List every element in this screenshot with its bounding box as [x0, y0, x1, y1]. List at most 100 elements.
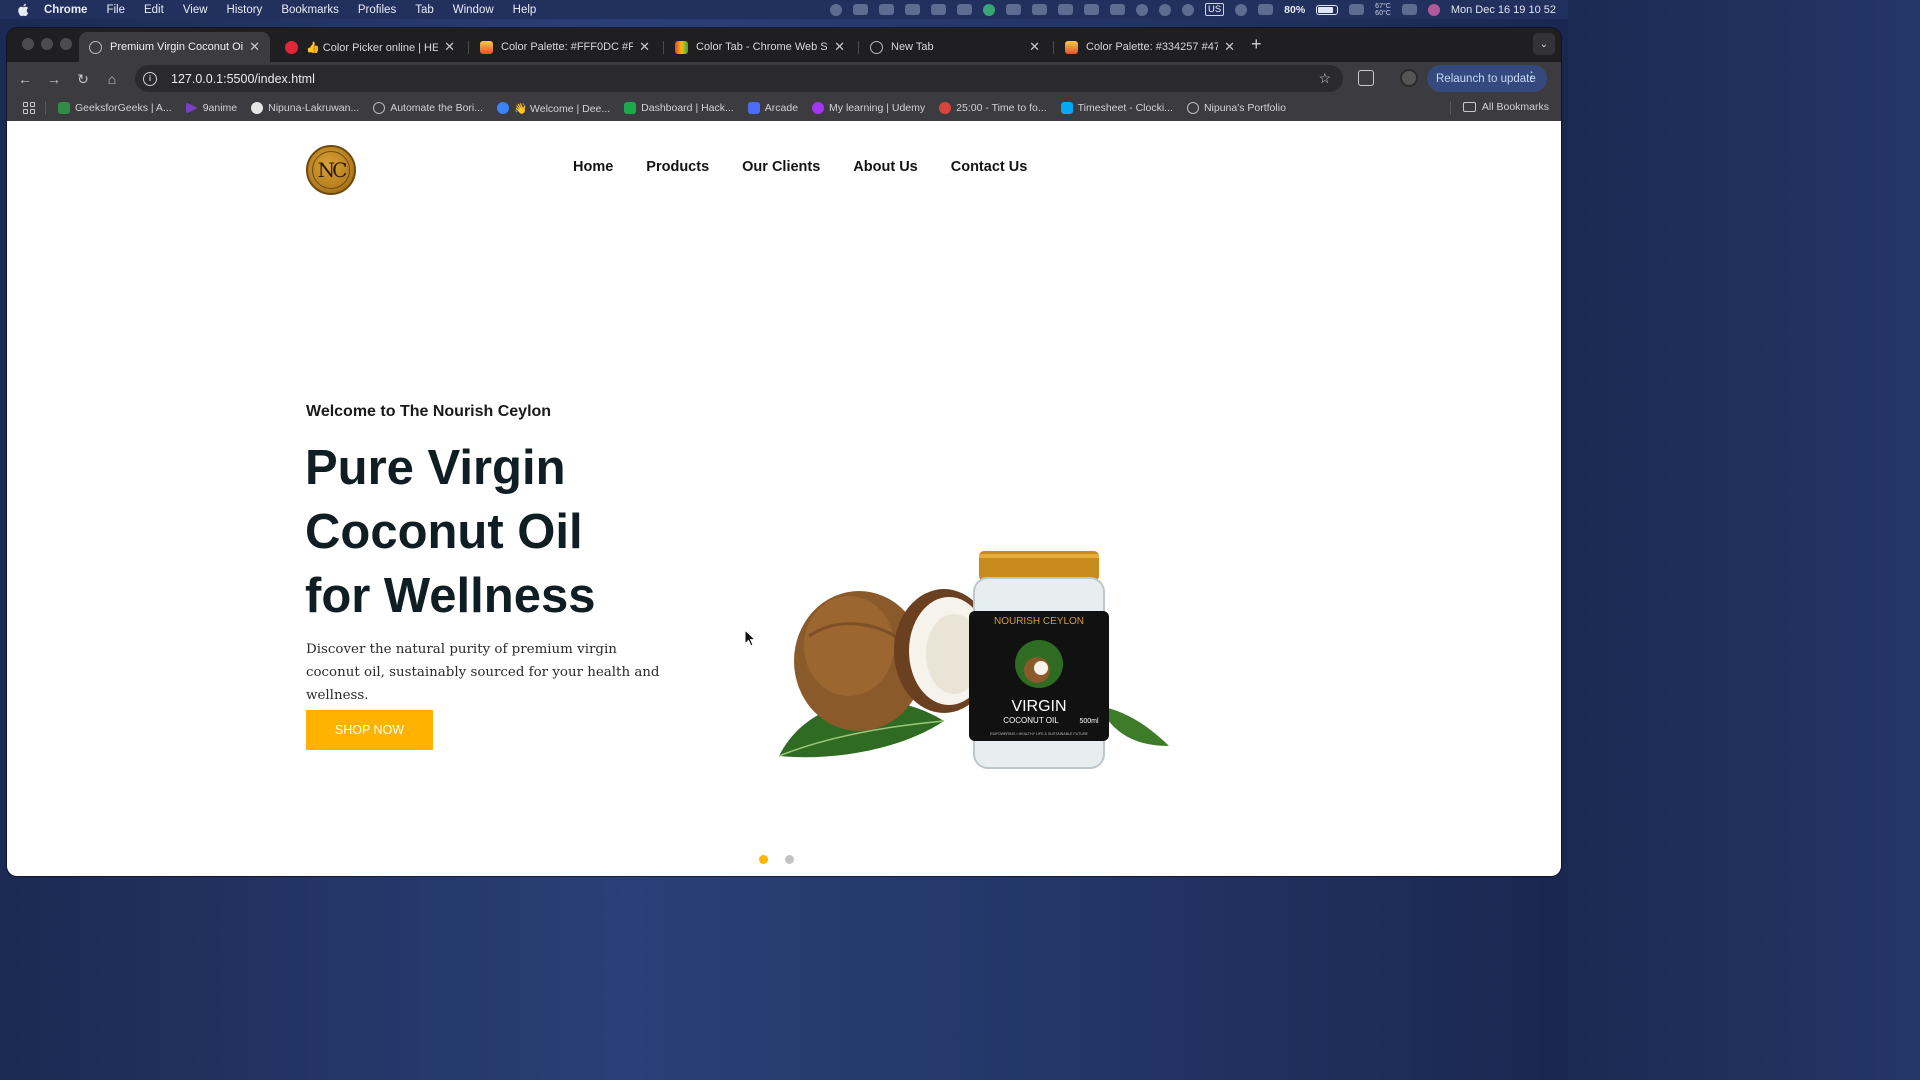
shop-now-button[interactable]: SHOP NOW: [306, 710, 433, 750]
activity-icon[interactable]: [1083, 4, 1099, 15]
menu-help[interactable]: Help: [513, 4, 537, 16]
time-machine-icon[interactable]: [1235, 3, 1248, 16]
tab-close-icon[interactable]: ✕: [834, 39, 845, 55]
play-icon[interactable]: [1158, 3, 1171, 16]
zoom-window-button[interactable]: [60, 38, 72, 50]
app-store-icon[interactable]: [930, 4, 946, 15]
control-center-icon[interactable]: [1401, 4, 1417, 15]
tab-close-icon[interactable]: ✕: [249, 39, 260, 55]
hackerrank-favicon-icon: [624, 102, 637, 114]
tab-color-palette-fff0dc[interactable]: Color Palette: #FFF0DC #F0B ✕: [470, 32, 660, 62]
more-options-icon[interactable]: ⋮: [1525, 69, 1538, 85]
mouse-icon[interactable]: [956, 4, 972, 15]
bookmark-geeksforgeeks[interactable]: GeeksforGeeks | A...: [58, 102, 172, 114]
tab-close-icon[interactable]: ✕: [639, 39, 650, 55]
bookmark-automate-the-boring[interactable]: Automate the Bori...: [373, 102, 483, 114]
bookmark-udemy[interactable]: My learning | Udemy: [812, 102, 925, 114]
nav-home[interactable]: Home: [573, 159, 613, 175]
sync-arrows-icon[interactable]: [1258, 4, 1274, 15]
minimize-window-button[interactable]: [41, 38, 53, 50]
apple-logo-icon[interactable]: [16, 3, 30, 17]
menu-window[interactable]: Window: [453, 4, 494, 16]
bookmark-separator: [45, 101, 46, 115]
jar-subname: COCONUT OIL: [1003, 716, 1059, 725]
all-bookmarks-label: All Bookmarks: [1481, 101, 1549, 113]
tab-color-picker-online[interactable]: 👍 Color Picker online | HEX C ✕: [275, 32, 465, 62]
bluetooth-icon[interactable]: [1005, 4, 1021, 15]
globe-icon[interactable]: [1181, 3, 1194, 16]
slider-dot-1[interactable]: [759, 855, 768, 864]
grammarly-icon[interactable]: [982, 3, 995, 16]
tab-new-tab[interactable]: New Tab ✕: [860, 32, 1050, 62]
home-icon[interactable]: ⌂: [102, 69, 122, 89]
relaunch-to-update-button[interactable]: Relaunch to update ⋮: [1427, 65, 1547, 92]
bookmark-portfolio[interactable]: Nipuna's Portfolio: [1186, 102, 1286, 114]
tab-premium-virgin-coconut-oil[interactable]: Premium Virgin Coconut Oil - ✕: [79, 32, 270, 62]
menu-app-chrome[interactable]: Chrome: [44, 4, 87, 16]
back-arrow-icon[interactable]: ←: [15, 69, 35, 89]
web-page: NC Home Products Our Clients About Us Co…: [7, 121, 1561, 876]
tab-close-icon[interactable]: ✕: [1224, 39, 1235, 55]
window-icon[interactable]: [1109, 4, 1125, 15]
clock[interactable]: Mon Dec 16 19 10 52: [1451, 4, 1556, 16]
bookmark-9anime[interactable]: 9anime: [185, 102, 237, 114]
siri-icon[interactable]: [1427, 3, 1440, 16]
arcade-favicon-icon: [747, 102, 760, 114]
nourish-ceylon-logo[interactable]: NC: [306, 145, 356, 195]
new-tab-button[interactable]: +: [1251, 34, 1262, 55]
menu-edit[interactable]: Edit: [144, 4, 164, 16]
keyboard-layout[interactable]: US: [1204, 3, 1225, 16]
wifi-icon[interactable]: [1349, 4, 1365, 15]
hero-title-line-1: Pure Virgin: [305, 441, 566, 495]
nav-our-clients[interactable]: Our Clients: [742, 159, 820, 175]
headphones-icon[interactable]: [1031, 4, 1047, 15]
all-bookmarks-button[interactable]: All Bookmarks: [1462, 101, 1549, 113]
tab-title: 👍 Color Picker online | HEX C: [306, 41, 439, 54]
address-bar[interactable]: i 127.0.0.1:5500/index.html ☆: [135, 65, 1343, 92]
site-info-icon[interactable]: i: [143, 71, 157, 86]
bookmark-label: GeeksforGeeks | A...: [75, 102, 172, 114]
tab-search-button[interactable]: ⌄: [1533, 33, 1555, 55]
cloud-icon-3[interactable]: [904, 4, 920, 15]
bookmark-timesheet[interactable]: Timesheet - Clocki...: [1060, 102, 1173, 114]
menu-profiles[interactable]: Profiles: [358, 4, 396, 16]
menu-view[interactable]: View: [183, 4, 208, 16]
tab-close-icon[interactable]: ✕: [444, 39, 455, 55]
bookmark-github[interactable]: Nipuna-Lakruwan...: [251, 102, 359, 114]
cloud-icon[interactable]: [852, 4, 868, 15]
dolphin-favicon-icon: [497, 102, 510, 114]
profile-avatar[interactable]: [1400, 69, 1418, 87]
bookmark-dashboard-hack[interactable]: Dashboard | Hack...: [624, 102, 734, 114]
tab-color-palette-334257[interactable]: Color Palette: #334257 #476 ✕: [1055, 32, 1245, 62]
display-icon[interactable]: [1057, 4, 1073, 15]
bookmark-pomodoro[interactable]: 25:00 - Time to fo...: [939, 102, 1047, 114]
main-nav: Home Products Our Clients About Us Conta…: [573, 159, 1027, 175]
apps-grid-icon[interactable]: [23, 102, 35, 114]
forward-arrow-icon[interactable]: →: [44, 69, 64, 89]
extensions-puzzle-icon[interactable]: [1358, 70, 1374, 86]
tab-color-tab-web-store[interactable]: Color Tab - Chrome Web Stor ✕: [665, 32, 855, 62]
moon-icon[interactable]: [1135, 3, 1148, 16]
bookmark-arcade[interactable]: Arcade: [747, 102, 798, 114]
udemy-favicon-icon: [812, 102, 825, 114]
slider-dot-2[interactable]: [785, 855, 794, 864]
cloud-icon-2[interactable]: [878, 4, 894, 15]
bookmarks-bar: GeeksforGeeks | A... 9anime Nipuna-Lakru…: [7, 95, 1561, 121]
nav-contact-us[interactable]: Contact Us: [951, 159, 1028, 175]
sync-status-icon[interactable]: [829, 3, 842, 16]
bookmark-welcome-dee[interactable]: 👋 Welcome | Dee...: [497, 102, 610, 115]
nav-products[interactable]: Products: [646, 159, 709, 175]
tab-close-icon[interactable]: ✕: [1029, 39, 1040, 55]
reload-icon[interactable]: ↻: [73, 69, 93, 89]
bookmark-star-icon[interactable]: ☆: [1318, 70, 1331, 87]
tab-separator: [1053, 41, 1054, 54]
close-window-button[interactable]: [22, 38, 34, 50]
url-text[interactable]: 127.0.0.1:5500/index.html: [171, 72, 315, 86]
menu-file[interactable]: File: [106, 4, 125, 16]
bookmark-label: My learning | Udemy: [829, 102, 926, 114]
nav-about-us[interactable]: About Us: [853, 159, 917, 175]
menu-history[interactable]: History: [227, 4, 263, 16]
menu-tab[interactable]: Tab: [415, 4, 434, 16]
menu-bookmarks[interactable]: Bookmarks: [281, 4, 339, 16]
battery-icon[interactable]: [1316, 4, 1339, 15]
